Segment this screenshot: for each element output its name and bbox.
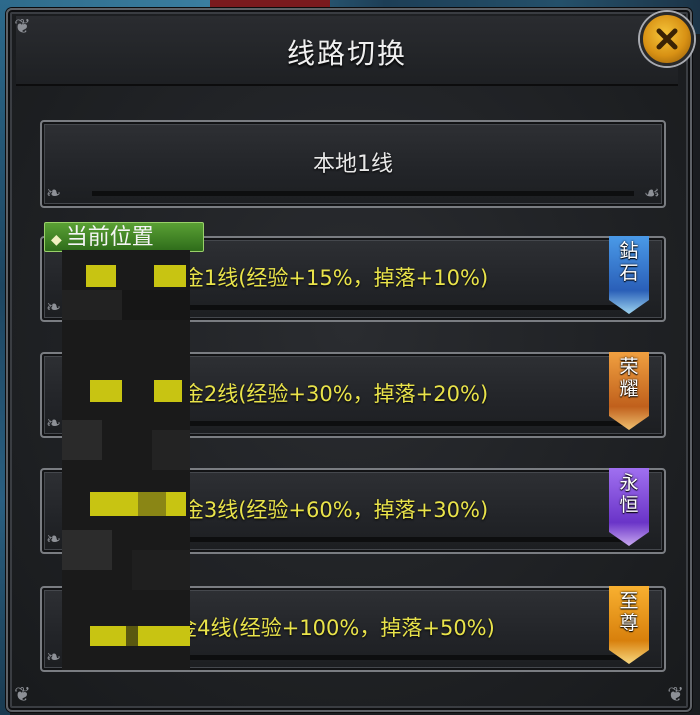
close-icon — [656, 28, 678, 50]
dialog-title: 线路切换 — [286, 37, 407, 70]
diamond-icon: ◆ — [51, 232, 62, 248]
local-line-label: 本地1线 — [313, 152, 393, 177]
badge-char: 恒 — [619, 494, 639, 516]
badge-char: 石 — [619, 262, 639, 284]
corner-ornament-icon: ❦ — [14, 14, 31, 38]
current-position-label: 当前位置 — [65, 225, 154, 250]
row-ornament-icon: ❧ — [46, 413, 62, 434]
corner-ornament-icon: ❦ — [14, 682, 31, 706]
censored-area — [62, 250, 190, 670]
corner-ornament-icon: ❦ — [667, 682, 684, 706]
row-ornament-icon: ☙ — [643, 183, 660, 204]
close-button[interactable] — [640, 12, 694, 66]
title-bar: 线路切换 — [16, 16, 678, 86]
row-divider — [92, 191, 634, 196]
badge-char: 耀 — [619, 378, 639, 400]
badge-char: 尊 — [619, 612, 639, 634]
current-position-tag: ◆ 当前位置 — [44, 222, 204, 252]
eternal-badge: 永 恒 — [609, 468, 649, 546]
badge-char: 荣 — [619, 356, 639, 378]
supreme-badge: 至 尊 — [609, 586, 649, 664]
local-line-button[interactable]: 本地1线 ❧ ☙ — [40, 120, 666, 208]
glory-badge: 荣 耀 — [609, 352, 649, 430]
row-ornament-icon: ❧ — [46, 297, 62, 318]
badge-char: 永 — [619, 472, 639, 494]
row-ornament-icon: ❧ — [46, 183, 62, 204]
row-ornament-icon: ❧ — [46, 529, 62, 550]
row-ornament-icon: ❧ — [46, 647, 62, 668]
badge-char: 鉆 — [619, 240, 639, 262]
diamond-badge: 鉆 石 — [609, 236, 649, 314]
badge-char: 至 — [619, 590, 639, 612]
